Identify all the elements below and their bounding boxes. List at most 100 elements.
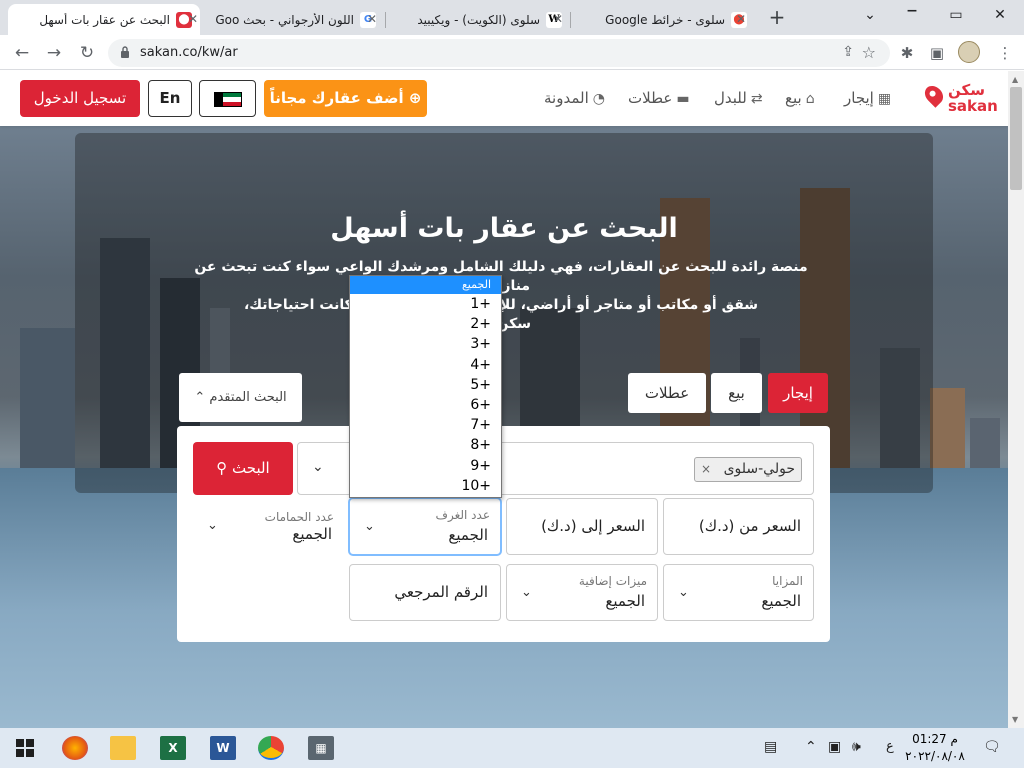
close-icon[interactable]: ✕ (186, 12, 200, 26)
volume-icon[interactable]: 🕪 (852, 739, 861, 755)
network-icon[interactable]: ▣ (828, 739, 841, 755)
chevron-down-icon: ⌄ (521, 585, 532, 600)
extra-features-select[interactable]: ميزات إضافية الجميع ⌄ (506, 564, 658, 621)
clock-date: ٢٠٢٢/٠٨/٠٨ (905, 749, 965, 763)
forward-icon[interactable]: → (41, 40, 67, 66)
add-property-button[interactable]: ⊕ أضف عقارك مجاناً (264, 80, 427, 117)
nav-blog[interactable]: ◔المدونة (544, 89, 605, 107)
browser-toolbar: ← → ↻ sakan.co/kw/ar ⇪ ☆ ✱ ▣ ⋮ (0, 35, 1024, 70)
plus-circle-icon: ⊕ (408, 89, 422, 107)
reference-number-input[interactable]: الرقم المرجعي (349, 564, 501, 621)
search-button-label: البحث (232, 459, 270, 477)
bookmark-star-icon[interactable]: ☆ (862, 43, 876, 62)
close-icon[interactable]: ✕ (365, 12, 379, 26)
search-panel: ⚲ البحث ⌄ حولي-سلوى × السعر من (د.ك) الس… (177, 426, 830, 642)
input-language-indicator[interactable]: ع (886, 739, 894, 754)
browser-tab-wikipedia[interactable]: W سلوى (الكويت) - ويكيبيد ✕ (386, 4, 570, 35)
address-bar[interactable]: sakan.co/kw/ar ⇪ ☆ (108, 39, 890, 67)
scrollbar-thumb[interactable] (1010, 87, 1022, 190)
restore-button[interactable]: ▭ (934, 4, 978, 26)
start-icon[interactable] (12, 736, 38, 760)
country-selector-button[interactable] (199, 80, 256, 117)
chevron-up-icon[interactable]: ⌃ (805, 739, 817, 755)
browser-tab-sakan[interactable]: ⬤ البحث عن عقار بات أسهل ✕ (8, 4, 200, 35)
word-icon[interactable]: W (210, 736, 236, 760)
bathrooms-select[interactable]: عدد الحمامات الجميع ⌄ (193, 498, 344, 555)
page-scrollbar[interactable]: ▲ ▼ (1008, 71, 1024, 728)
firefox-icon[interactable] (62, 736, 88, 760)
system-clock[interactable]: 01:27 م ٢٠٢٢/٠٨/٠٨ (900, 731, 970, 765)
price-from-placeholder: السعر من (د.ك) (698, 517, 801, 535)
dropdown-option[interactable]: 10+ (350, 476, 501, 496)
tab-search-icon[interactable]: ⌄ (848, 4, 892, 26)
browser-tab-google-maps[interactable]: ⬤ سلوى - خرائط Google ✕ (571, 4, 755, 35)
new-tab-button[interactable]: + (766, 7, 788, 29)
extensions-icon[interactable]: ✱ (897, 43, 917, 63)
dropdown-option[interactable]: 6+ (350, 395, 501, 415)
dropdown-option[interactable]: 7+ (350, 415, 501, 435)
sidepanel-icon[interactable]: ▣ (927, 43, 947, 63)
tab-holidays[interactable]: عطلات (628, 373, 706, 413)
chrome-icon[interactable] (258, 736, 284, 760)
tab-title: سلوى (الكويت) - ويكيبيد (417, 12, 540, 27)
login-button[interactable]: تسجيل الدخول (20, 80, 140, 117)
reload-icon[interactable]: ↻ (74, 40, 100, 66)
rooms-dropdown-list: الجميع 1+ 2+ 3+ 4+ 5+ 6+ 7+ 8+ 9+ 10+ (349, 275, 502, 498)
menu-kebab-icon[interactable]: ⋮ (995, 43, 1015, 63)
profile-avatar[interactable] (958, 41, 980, 63)
close-icon[interactable]: ✕ (734, 12, 748, 26)
dropdown-option[interactable]: الجميع (350, 276, 501, 294)
logo-text-en: sakan (948, 97, 998, 115)
file-explorer-icon[interactable] (110, 736, 136, 760)
features-label: المزايا (772, 574, 803, 588)
share-icon[interactable]: ⇪ (842, 44, 854, 60)
dropdown-option[interactable]: 3+ (350, 334, 501, 354)
scroll-down-icon[interactable]: ▼ (1012, 715, 1018, 724)
chevron-down-icon: ⌄ (364, 519, 375, 534)
close-window-button[interactable]: ✕ (978, 4, 1022, 26)
dropdown-option[interactable]: 9+ (350, 456, 501, 476)
remove-tag-icon[interactable]: × (701, 458, 711, 481)
price-to-placeholder: السعر إلى (د.ك) (541, 517, 645, 535)
advanced-search-toggle[interactable]: البحث المتقدم ⌃ (179, 373, 302, 422)
exchange-icon: ⇄ (750, 91, 763, 107)
chevron-down-icon: ⌄ (678, 585, 689, 600)
nav-holidays[interactable]: ▬عطلات (628, 89, 690, 107)
nav-label: عطلات (628, 89, 673, 107)
price-from-input[interactable]: السعر من (د.ك) (663, 498, 814, 555)
search-button[interactable]: ⚲ البحث (193, 442, 293, 495)
chevron-down-icon: ⌄ (312, 459, 324, 475)
close-icon[interactable]: ✕ (551, 12, 565, 26)
dropdown-option[interactable]: 5+ (350, 375, 501, 395)
tab-rent[interactable]: إيجار (768, 373, 828, 413)
calculator-icon[interactable]: ▦ (308, 736, 334, 760)
kuwait-flag-icon (214, 92, 242, 107)
reference-number-placeholder: الرقم المرجعي (394, 583, 488, 601)
keyboard-icon[interactable]: ▤ (764, 739, 777, 755)
notifications-icon[interactable]: 🗨 (983, 739, 1001, 755)
minimize-button[interactable]: – (890, 0, 934, 26)
nav-rent[interactable]: ▦إيجار (844, 89, 891, 107)
extra-features-value: الجميع (605, 592, 645, 610)
excel-icon[interactable]: X (160, 736, 186, 760)
dropdown-option[interactable]: 1+ (350, 294, 501, 314)
dropdown-option[interactable]: 8+ (350, 435, 501, 455)
chevron-down-icon: ⌄ (207, 518, 218, 533)
rooms-select[interactable]: عدد الغرف الجميع ⌄ (349, 498, 501, 555)
browser-tab-google-search[interactable]: G اللون الأرجواني - بحث Goo ✕ (200, 4, 384, 35)
sakan-logo[interactable]: سكن sakan (921, 81, 998, 117)
scroll-up-icon[interactable]: ▲ (1012, 75, 1018, 84)
price-to-input[interactable]: السعر إلى (د.ك) (506, 498, 658, 555)
nav-exchange[interactable]: ⇄للبدل (714, 89, 763, 107)
nav-sale[interactable]: ⌂بيع (785, 89, 815, 107)
dropdown-option[interactable]: 4+ (350, 355, 501, 375)
webpage: سكن sakan ▦إيجار ⌂بيع ⇄للبدل ▬عطلات ◔الم… (0, 71, 1008, 728)
dropdown-option[interactable]: 2+ (350, 314, 501, 334)
language-button[interactable]: En (148, 80, 192, 117)
back-icon[interactable]: ← (9, 40, 35, 66)
clock-time: 01:27 م (912, 732, 958, 746)
building-icon: ▦ (877, 91, 892, 107)
tab-sale[interactable]: بيع (711, 373, 762, 413)
rooms-label: عدد الغرف (435, 508, 490, 522)
features-select[interactable]: المزايا الجميع ⌄ (663, 564, 814, 621)
